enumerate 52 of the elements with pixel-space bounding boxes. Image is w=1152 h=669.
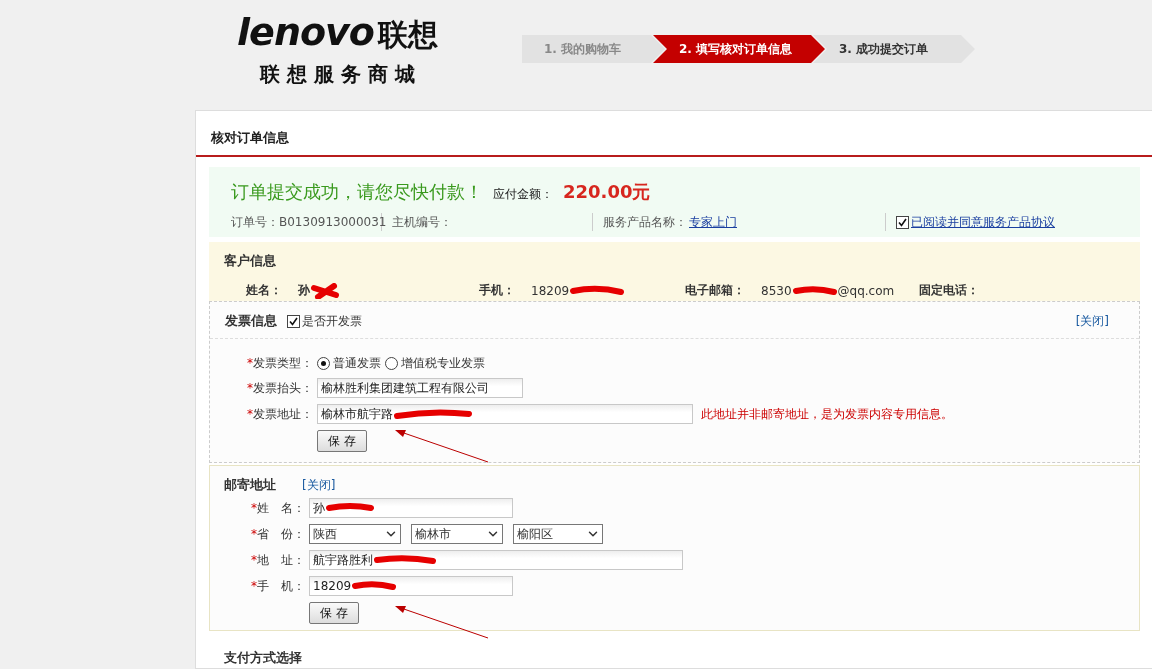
field-label: *省 份： [250, 525, 306, 543]
field-label: 姓名： [246, 282, 282, 299]
radio-label: 普通发票 [333, 355, 381, 372]
radio-label: 增值税专业发票 [401, 355, 485, 372]
product-name-label: 服务产品名称： [603, 213, 687, 231]
progress-step: 3. 成功提交订单 [813, 35, 975, 63]
section-title: 邮寄地址 [224, 476, 276, 494]
field-label: *发票地址： [246, 405, 314, 423]
select-field[interactable]: 榆林市 [411, 524, 503, 544]
host-number-label: 主机编号： [392, 213, 452, 231]
radio-button[interactable] [385, 357, 398, 370]
agreement-link[interactable]: 已阅读并同意服务产品协议 [911, 213, 1055, 231]
field-label: 固定电话： [919, 282, 979, 299]
section-title: 客户信息 [224, 252, 277, 270]
field-label: 电子邮箱： [685, 282, 745, 299]
input-field[interactable]: 航宇路胜利 [309, 550, 683, 570]
close-link[interactable]: [关闭] [1075, 312, 1109, 330]
field-label: *手 机： [250, 577, 306, 595]
field-label: *发票类型： [246, 355, 314, 372]
radio-button[interactable] [317, 357, 330, 370]
progress-step: 1. 我的购物车 [522, 35, 665, 63]
address-note: 此地址并非邮寄地址，是为发票内容专用信息。 [701, 405, 953, 423]
save-button[interactable]: 保 存 [309, 602, 359, 624]
input-field[interactable]: 榆林胜利集团建筑工程有限公司 [317, 378, 523, 398]
field-label: *发票抬头： [246, 379, 314, 397]
lenovo-logo: lenovo联想 联 想 服 务 商 城 [236, 9, 439, 88]
success-message: 订单提交成功，请您尽快付款！ [231, 180, 483, 204]
section-title: 支付方式选择 [209, 631, 1140, 669]
field-label: *地 址： [250, 551, 306, 569]
input-field[interactable]: 孙 [309, 498, 513, 518]
order-number: 订单号：B0130913000031 [231, 213, 387, 231]
field-value: 孙 [298, 282, 310, 299]
amount-label: 应付金额： [493, 186, 553, 203]
field-value: @qq.com [837, 283, 895, 298]
field-label: 手机： [479, 282, 515, 299]
field-label: *姓 名： [250, 499, 306, 517]
field-value: 18209 [531, 283, 570, 298]
checkbox-label: 是否开发票 [302, 312, 362, 330]
save-button[interactable]: 保 存 [317, 430, 367, 452]
product-link[interactable]: 专家上门 [689, 213, 737, 231]
select-field[interactable]: 陕西 [309, 524, 401, 544]
invoice-checkbox[interactable] [287, 314, 300, 328]
close-link[interactable]: [关闭] [302, 476, 336, 494]
panel-title: 核对订单信息 [196, 111, 1152, 157]
section-title: 发票信息 [225, 312, 277, 330]
input-field[interactable]: 18209 [309, 576, 513, 596]
amount-due: 220.00元 [563, 180, 651, 204]
field-value: 8530 [761, 283, 792, 298]
agree-checkbox[interactable] [896, 215, 909, 229]
progress-step: 2. 填写核对订单信息 [653, 35, 825, 63]
select-field[interactable]: 榆阳区 [513, 524, 603, 544]
input-field[interactable]: 榆林市航宇路 [317, 404, 693, 424]
